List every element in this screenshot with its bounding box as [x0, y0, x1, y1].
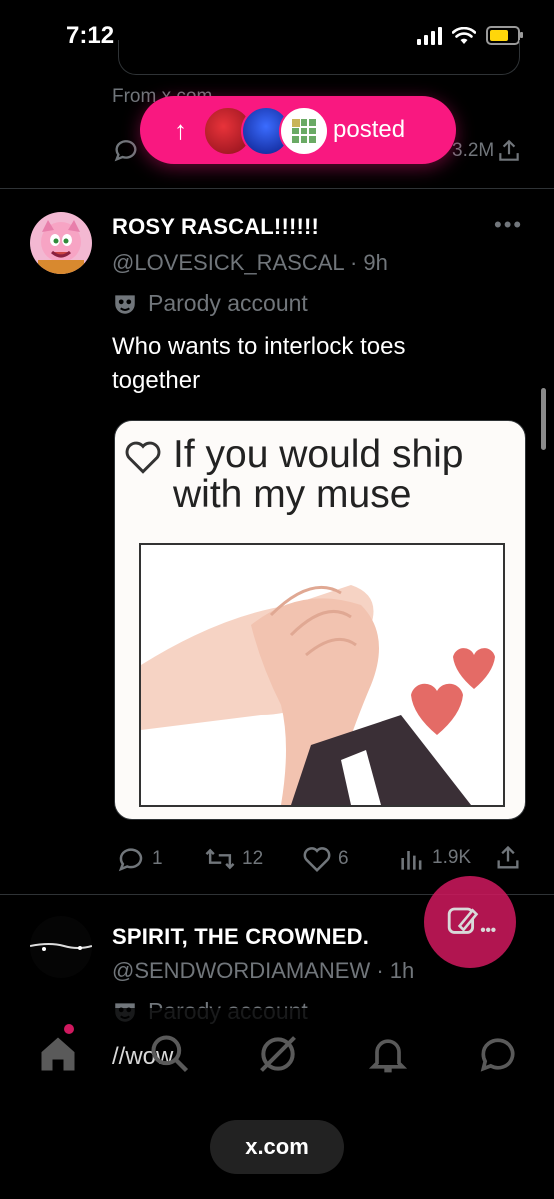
divider [0, 188, 554, 189]
search-icon[interactable] [148, 1032, 192, 1076]
messages-icon[interactable] [476, 1032, 520, 1076]
media-caption: If you would ship with my muse [173, 435, 464, 515]
status-time: 7:12 [66, 22, 115, 49]
more-options-icon[interactable]: ••• [494, 212, 523, 238]
media-caption-line: with my muse [173, 473, 412, 516]
tweet-handle-time[interactable]: @SENDWORDIAMANEW · 1h [112, 958, 414, 984]
reply-count: 1 [152, 848, 163, 869]
scrollbar[interactable] [541, 388, 546, 450]
posted-avatars [203, 104, 329, 156]
tweet-text-line: together [112, 367, 201, 394]
notification-dot [64, 1024, 74, 1034]
tweet-media-image[interactable]: If you would ship with my muse [114, 420, 526, 820]
repost-icon [205, 848, 235, 870]
tweet-display-name[interactable]: SPIRIT, THE CROWNED. [112, 924, 369, 950]
arrow-up-icon: ↑ [174, 114, 187, 145]
top-tweet-share-icon[interactable] [496, 138, 522, 164]
compose-icon [447, 907, 496, 934]
tweet-text: Who wants to interlock toes together [112, 330, 405, 398]
avatar [279, 106, 329, 156]
views-icon [401, 851, 422, 870]
mask-icon [115, 294, 135, 314]
heart-icon [303, 847, 331, 873]
views-count: 1.9K [432, 847, 472, 868]
media-illustration [139, 543, 505, 807]
like-count: 6 [338, 848, 349, 869]
browser-url[interactable]: x.com [210, 1120, 344, 1174]
top-tweet-views-count: 3.2M [452, 140, 495, 161]
share-icon[interactable] [494, 844, 522, 872]
grok-icon[interactable] [256, 1032, 300, 1076]
top-tweet-views[interactable]: 3.2M [452, 140, 494, 162]
posted-label: posted [333, 116, 406, 143]
reply-icon[interactable] [112, 136, 140, 164]
like-button[interactable]: 6 [302, 844, 349, 874]
avatar[interactable] [30, 916, 92, 978]
repost-count: 12 [242, 848, 264, 869]
avatar[interactable] [30, 212, 92, 274]
home-icon[interactable] [36, 1032, 80, 1076]
media-caption-line: If you would ship [173, 433, 464, 476]
quoted-card-edge[interactable] [118, 40, 520, 75]
bell-icon[interactable] [366, 1032, 410, 1076]
compose-button[interactable] [424, 876, 516, 968]
tweet-display-name[interactable]: ROSY RASCAL!!!!!! [112, 214, 319, 240]
repost-button[interactable]: 12 [204, 844, 263, 874]
top-tweet-reply[interactable] [112, 136, 140, 164]
heart-outline-icon [125, 441, 161, 474]
parody-label: Parody account [112, 290, 308, 317]
views-button[interactable]: 1.9K [398, 844, 471, 872]
parody-label-text: Parody account [148, 290, 308, 316]
new-posts-pill[interactable]: ↑ posted [140, 96, 456, 164]
tweet-text-line: Who wants to interlock toes [112, 333, 406, 360]
tweet-handle-time[interactable]: @LOVESICK_RASCAL · 9h [112, 250, 388, 276]
reply-button[interactable]: 1 [116, 844, 163, 874]
reply-icon [118, 848, 143, 872]
